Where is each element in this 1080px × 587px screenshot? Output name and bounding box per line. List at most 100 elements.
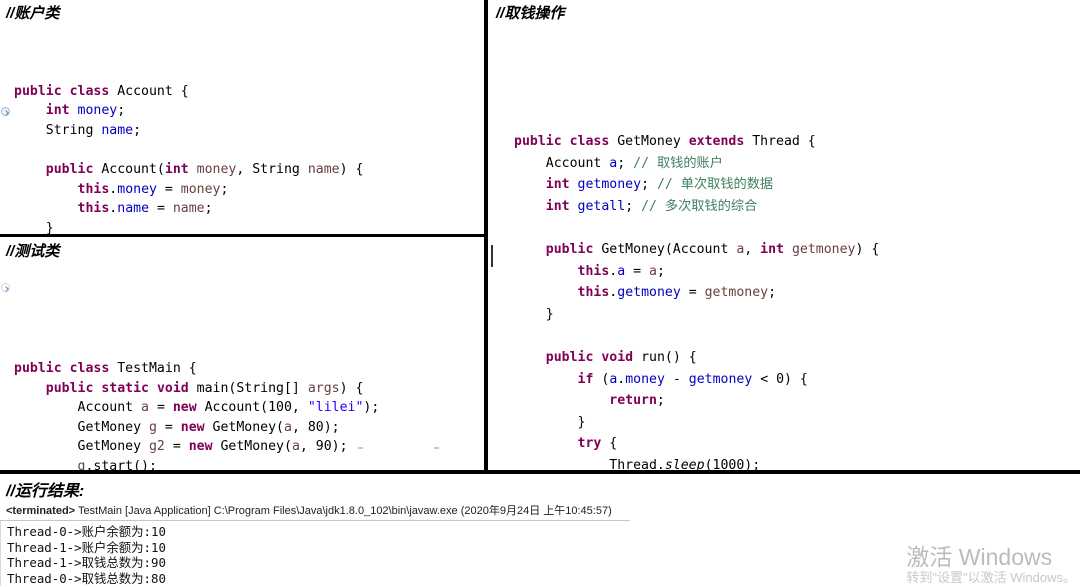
code-token: class [69, 360, 110, 376]
code-line[interactable] [14, 141, 484, 161]
code-token: new [180, 419, 205, 435]
console-terminated-label: <terminated> [6, 505, 76, 517]
code-line[interactable] [514, 325, 1080, 347]
code-token: getmoney [791, 241, 856, 257]
code-line[interactable]: this.name = name; [14, 199, 484, 219]
account-code-block[interactable]: public class Account { int money; String… [0, 23, 484, 234]
code-line[interactable]: this.a = a; [514, 261, 1080, 283]
code-token: "lilei" [307, 400, 364, 416]
code-line[interactable]: } [514, 304, 1080, 326]
code-token: Thread. [514, 457, 665, 470]
code-fold-marker-icon[interactable] [1, 107, 10, 116]
code-token: GetMoney(Account [593, 241, 737, 257]
code-token: sleep [664, 457, 705, 470]
code-line[interactable]: Account a = new Account(100, "lilei"); [14, 398, 484, 418]
code-line[interactable]: return; [514, 390, 1080, 412]
code-line[interactable]: public GetMoney(Account a, int getmoney)… [514, 239, 1080, 261]
code-token: = [625, 263, 650, 279]
code-token: GetMoney [14, 419, 149, 435]
code-line[interactable]: Account a; // 取钱的账户 [514, 153, 1080, 175]
account-panel-title: //账户类 [6, 5, 60, 22]
code-token: a [617, 263, 626, 279]
code-line[interactable]: int money; [14, 101, 484, 121]
code-token: ; [768, 285, 777, 301]
code-token: ) { [855, 241, 880, 257]
code-token: void [156, 380, 189, 396]
code-line[interactable] [514, 109, 1080, 131]
code-token: class [569, 133, 610, 149]
code-line[interactable]: public Account(int money, String name) { [14, 160, 484, 180]
console-output-line: Thread-0->取钱总数为:80 [7, 570, 166, 586]
code-token: main(String[] [188, 380, 308, 396]
code-token: = [149, 400, 173, 416]
code-line[interactable]: public void run() { [490, 346, 1080, 369]
code-token: name [101, 122, 134, 138]
code-line[interactable] [514, 217, 1080, 239]
code-token: Thread { [744, 133, 816, 149]
slide-canvas: //账户类 public class Account { int money; … [0, 0, 1080, 587]
code-token: int [164, 162, 189, 178]
code-line[interactable]: g.start(); [14, 457, 484, 470]
code-token: int [45, 103, 70, 119]
code-line[interactable]: public class GetMoney extends Thread { [514, 131, 1080, 153]
code-token: // 多次取钱的综合 [641, 198, 758, 214]
code-line[interactable]: this.getmoney = getmoney; [514, 282, 1080, 304]
code-line[interactable]: public class Account { [14, 82, 484, 102]
code-token: this [77, 201, 110, 217]
code-token: ; [625, 198, 642, 214]
testmain-code-block[interactable]: public class TestMain { public static vo… [0, 261, 484, 470]
code-line[interactable]: try { [514, 433, 1080, 455]
code-token: Account [514, 155, 610, 171]
code-token: try [577, 436, 602, 452]
testmain-panel-title: //测试类 [6, 243, 60, 260]
account-class-panel: //账户类 public class Account { int money; … [0, 0, 484, 234]
console-output[interactable]: Thread-0->账户余额为:10 Thread-1->账户余额为:10 Thre… [0, 521, 400, 587]
code-token: // 单次取钱的数据 [656, 177, 774, 193]
code-line[interactable]: if (a.money - getmoney < 0) { [514, 369, 1080, 391]
code-token: g [148, 419, 157, 435]
code-token: int [545, 198, 570, 214]
console-output-line: Thread-1->账户余额为:10 [7, 539, 166, 555]
code-token: money [117, 181, 157, 197]
code-token: (1000); [704, 457, 761, 470]
code-line[interactable]: int getall; // 多次取钱的综合 [514, 196, 1080, 218]
code-line[interactable]: this.money = money; [14, 180, 484, 200]
code-line[interactable]: } [514, 412, 1080, 434]
code-line[interactable]: public class TestMain { [14, 359, 484, 379]
code-line[interactable]: public static void main(String[] args) { [14, 379, 484, 399]
console-output-line: Thread-1->取钱总数为:90 [7, 555, 166, 571]
code-token: g2 [148, 439, 165, 455]
code-token: , 80); [291, 419, 340, 435]
code-token: int [760, 241, 784, 257]
code-line[interactable]: GetMoney g = new GetMoney(a, 80); [14, 418, 484, 438]
code-fold-marker-icon[interactable] [1, 283, 10, 292]
code-token: a [649, 263, 657, 279]
code-line[interactable]: String name; [14, 121, 484, 141]
getmoney-code-block[interactable]: public class GetMoney extends Thread { A… [490, 23, 1080, 470]
code-token: ; [204, 201, 213, 217]
code-token: Account [14, 400, 142, 416]
code-token: a [141, 400, 149, 416]
code-token: money [196, 162, 237, 178]
code-token: TestMain { [109, 360, 197, 376]
code-token: - [664, 371, 689, 387]
code-token: ; [220, 181, 229, 197]
code-token: Account( [93, 162, 165, 178]
code-token: ); [363, 400, 380, 416]
code-token: ; [656, 393, 665, 409]
code-line[interactable]: GetMoney g2 = new GetMoney(a, 90); [14, 437, 484, 457]
code-line[interactable]: } [0, 218, 484, 234]
code-token: public [545, 349, 594, 365]
code-line[interactable]: int getmoney; // 单次取钱的数据 [514, 174, 1080, 196]
code-line[interactable]: Thread.sleep(1000); [514, 455, 1080, 470]
